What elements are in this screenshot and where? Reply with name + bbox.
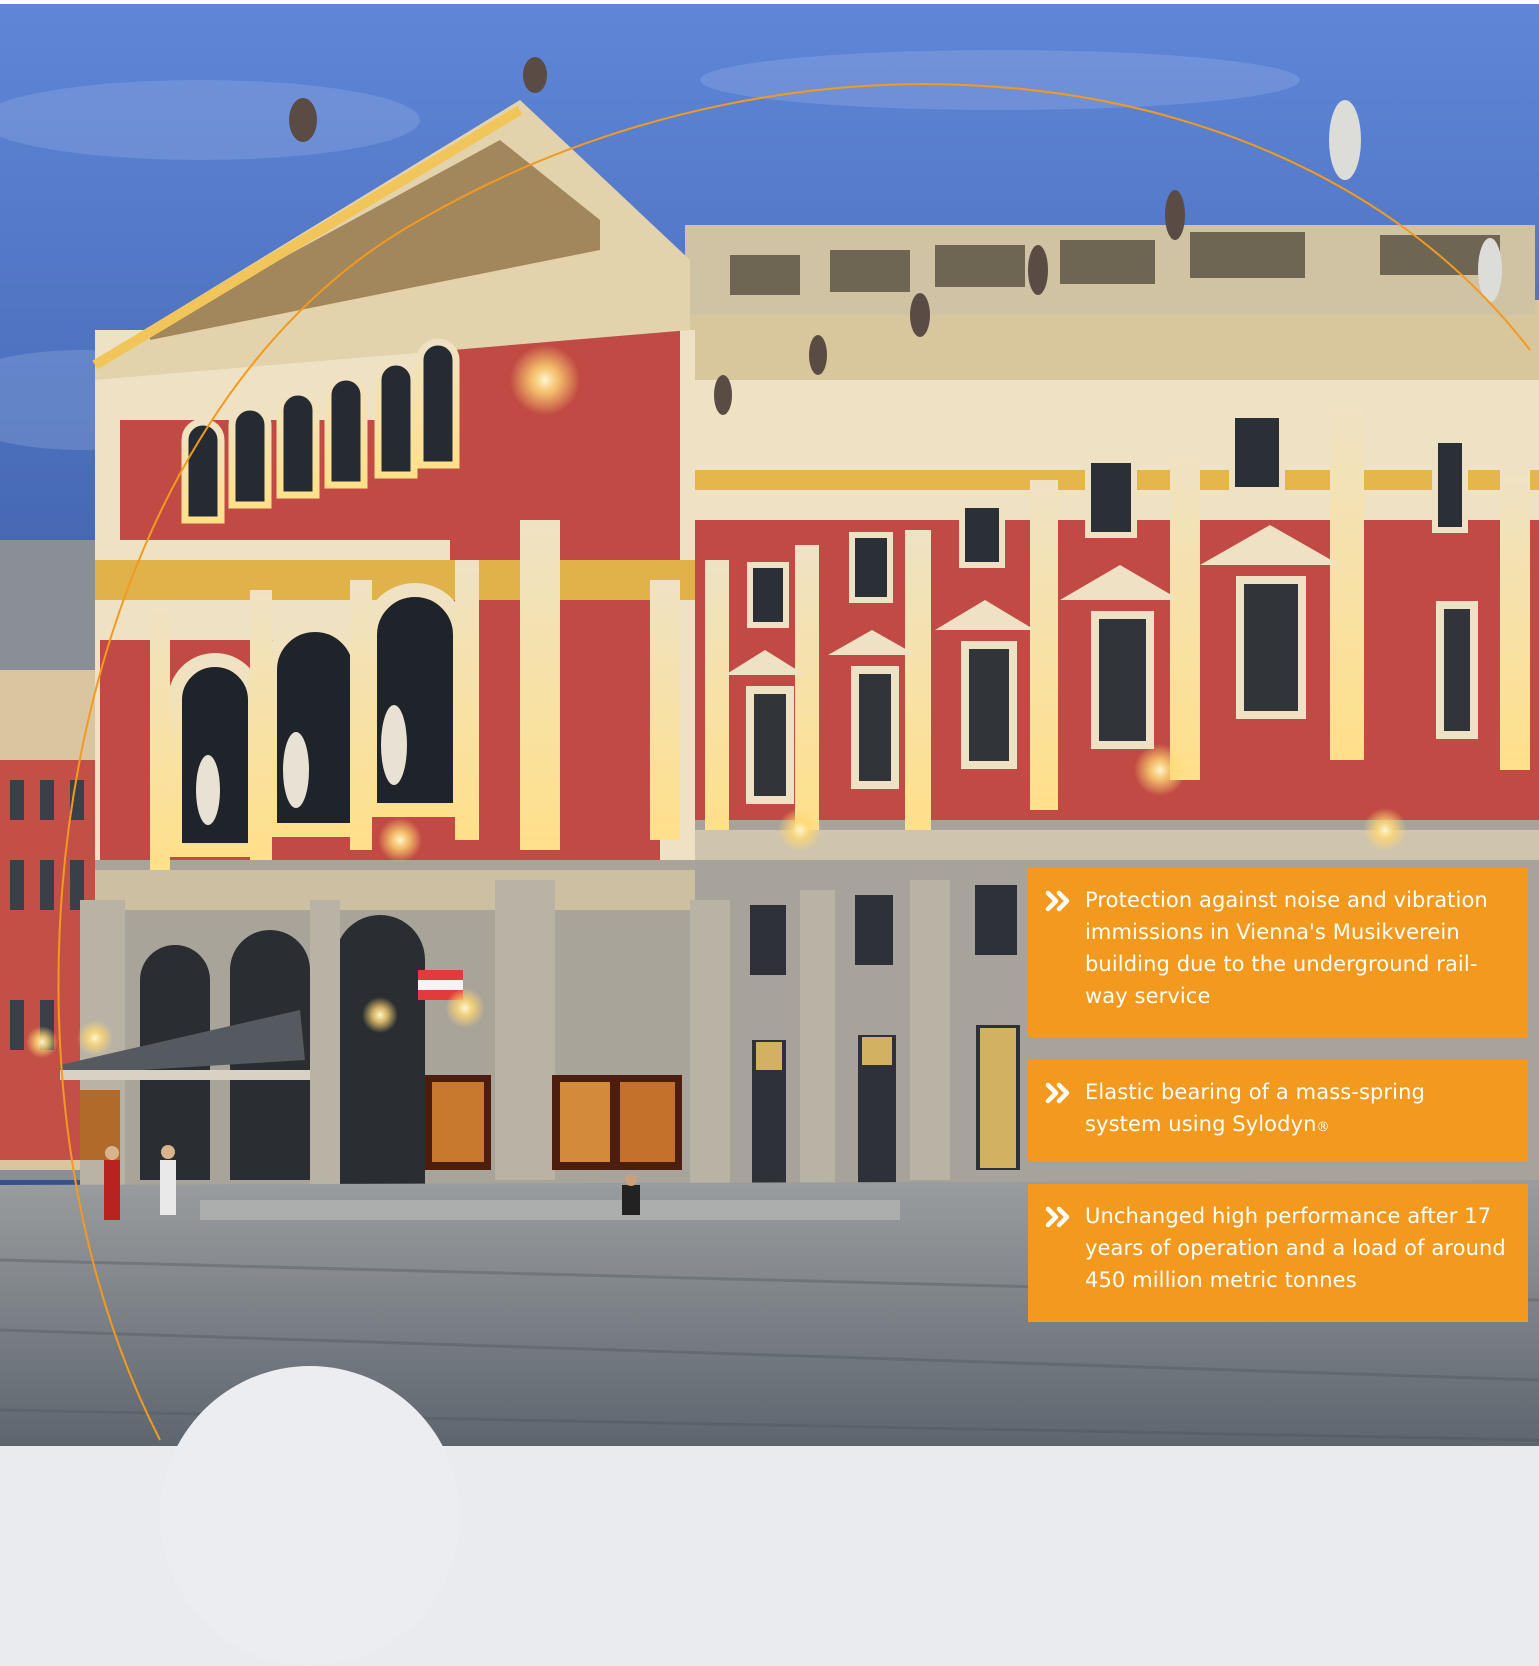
callout-performance: Unchanged high performance after 17 year… xyxy=(1028,1184,1528,1322)
double-chevron-right-icon xyxy=(1045,1206,1070,1228)
callout-text: Unchanged high performance after 17 year… xyxy=(1085,1204,1506,1292)
callout-elastic-bearing: Elastic bearing of a mass-spring system … xyxy=(1028,1060,1528,1161)
callout-noise-protection: Protection against noise and vibration i… xyxy=(1028,868,1528,1037)
callout-text: Protection against noise and vibration i… xyxy=(1085,888,1488,1008)
double-chevron-right-icon xyxy=(1045,890,1070,912)
corner-blob xyxy=(160,1366,460,1666)
registered-mark: ® xyxy=(1316,1120,1330,1135)
double-chevron-right-icon xyxy=(1045,1082,1070,1104)
top-border xyxy=(0,0,1539,4)
callout-text: Elastic bearing of a mass-spring system … xyxy=(1085,1080,1425,1136)
